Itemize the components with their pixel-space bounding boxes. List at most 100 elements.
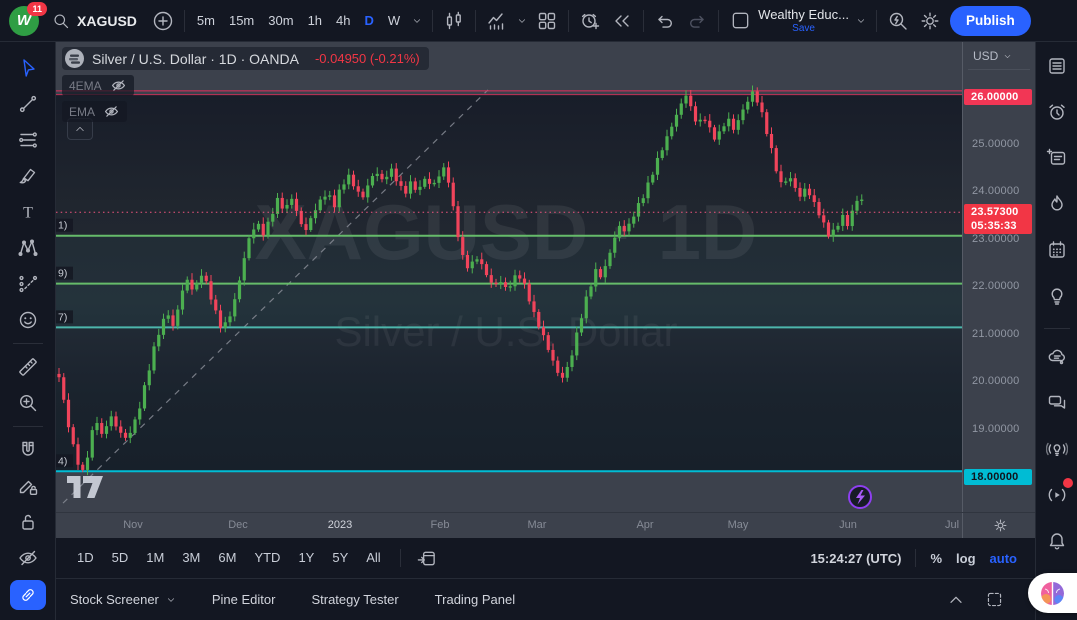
eye-off-icon[interactable] [103, 103, 120, 120]
compare-add-symbol-button[interactable] [147, 5, 179, 37]
indicator-name: EMA [69, 104, 96, 119]
notes-button[interactable] [1039, 140, 1075, 176]
notifications-button[interactable] [1039, 523, 1075, 559]
toolbar-separator [568, 9, 570, 32]
lock-all-drawings-button[interactable] [9, 504, 47, 540]
interval-W[interactable]: W [381, 5, 407, 37]
top-toolbar: W 11 XAGUSD 5m 15m 30m 1h 4h D W Wealthy… [0, 0, 1077, 42]
ruler-icon [18, 358, 37, 376]
watchlist-button[interactable] [1039, 48, 1075, 84]
ai-assistant-button[interactable] [1028, 573, 1077, 613]
time-tick-Mar: Mar [527, 519, 547, 531]
maximize-panel-button[interactable] [981, 587, 1007, 613]
calendar-button[interactable] [1039, 232, 1075, 268]
indicator-row[interactable]: 4EMA [62, 75, 134, 96]
hotlists-button[interactable] [1039, 186, 1075, 222]
settings-button[interactable] [914, 5, 946, 37]
save-layout-button[interactable] [724, 5, 756, 37]
chat-button[interactable] [1039, 385, 1075, 421]
currency-selector[interactable]: USD [973, 49, 1012, 63]
brush-tool-button[interactable] [9, 158, 47, 194]
publish-button[interactable]: Publish [949, 5, 1031, 36]
chart-pane: XAGUSD · 1D Silver / U.S. Dollar 1) 9) 7) 4) … [56, 42, 1035, 512]
time-tick-Jul: Jul [944, 519, 960, 531]
time-axis[interactable]: Nov Dec 2023 Feb Mar Apr May Jun Jul [56, 512, 1035, 538]
eye-off-icon[interactable] [110, 77, 127, 94]
layout-dropdown-button[interactable] [851, 5, 871, 37]
symbol-search-button[interactable]: XAGUSD [42, 12, 147, 30]
layout-name-button[interactable]: Wealthy Educ... Save [758, 8, 849, 34]
trend-line-tool-button[interactable] [9, 86, 47, 122]
drawing-mode-lock-button[interactable] [9, 468, 47, 504]
price-tick: 23.00000 [972, 232, 1020, 245]
range-1M[interactable]: 1M [137, 545, 173, 571]
hide-all-drawings-button[interactable] [9, 540, 47, 576]
interval-D[interactable]: D [358, 5, 381, 37]
indicator-row[interactable]: EMA [62, 101, 128, 122]
forecast-tool-button[interactable] [9, 266, 47, 302]
text-tool-button[interactable]: T [9, 194, 47, 230]
time-tick-Nov: Nov [123, 519, 143, 531]
interval-30m[interactable]: 30m [261, 5, 300, 37]
range-YTD[interactable]: YTD [245, 545, 289, 571]
undo-button[interactable] [649, 5, 681, 37]
quick-search-button[interactable] [882, 5, 914, 37]
streams-button[interactable] [1039, 477, 1075, 513]
tab-pine-editor[interactable]: Pine Editor [212, 592, 276, 607]
emoji-tool-button[interactable] [9, 302, 47, 338]
layout-grid-button[interactable] [531, 5, 563, 37]
sidebar-separator [1043, 328, 1070, 329]
price-tick: 22.00000 [972, 280, 1020, 292]
chart-style-button[interactable] [438, 5, 470, 37]
tab-stock-screener[interactable]: Stock Screener [70, 592, 176, 607]
toolbar-separator [12, 426, 43, 427]
minds-button[interactable] [1039, 339, 1075, 375]
user-menu-button[interactable]: W 11 [6, 1, 47, 39]
interval-15m[interactable]: 15m [222, 5, 261, 37]
magnet-mode-button[interactable] [9, 432, 47, 468]
range-6M[interactable]: 6M [209, 545, 245, 571]
time-tick-Feb: Feb [430, 519, 450, 531]
measure-tool-button[interactable] [9, 349, 47, 385]
fib-retracement-tool-button[interactable] [9, 122, 47, 158]
chevron-up-icon [76, 126, 84, 132]
log-scale-button[interactable]: log [956, 551, 976, 566]
alerts-button[interactable] [1039, 94, 1075, 130]
indicators-button[interactable] [481, 5, 513, 37]
maximize-dashed-icon [987, 592, 1001, 607]
range-1D[interactable]: 1D [68, 545, 103, 571]
lightning-button[interactable] [848, 485, 872, 509]
sync-drawings-button[interactable] [9, 580, 46, 610]
tab-strategy-tester[interactable]: Strategy Tester [311, 592, 398, 607]
toolbar-separator [718, 9, 720, 32]
zoom-in-tool-button[interactable] [9, 385, 47, 421]
open-panel-button[interactable] [943, 587, 969, 613]
bar-replay-button[interactable] [606, 5, 638, 37]
line-label: 9) [58, 268, 67, 280]
interval-4h[interactable]: 4h [329, 5, 357, 37]
interval-5m[interactable]: 5m [190, 5, 222, 37]
range-5D[interactable]: 5D [103, 545, 138, 571]
go-to-date-button[interactable] [411, 545, 443, 571]
auto-scale-button[interactable]: auto [990, 551, 1017, 566]
percent-scale-button[interactable]: % [930, 551, 942, 566]
legend-symbol-row[interactable]: Silver / U.S. Dollar · 1D · OANDA -0.049… [62, 47, 429, 70]
create-alert-button[interactable] [574, 5, 606, 37]
range-All[interactable]: All [357, 545, 389, 571]
interval-1h[interactable]: 1h [301, 5, 329, 37]
redo-button[interactable] [681, 5, 713, 37]
bell-icon [1049, 533, 1064, 550]
range-1Y[interactable]: 1Y [289, 545, 323, 571]
interval-dropdown-button[interactable] [407, 5, 427, 37]
range-3M[interactable]: 3M [173, 545, 209, 571]
live-ideas-button[interactable] [1039, 431, 1075, 467]
tab-trading-panel[interactable]: Trading Panel [435, 592, 515, 607]
range-5Y[interactable]: 5Y [323, 545, 357, 571]
xabcd-pattern-tool-button[interactable] [9, 230, 47, 266]
ideas-button[interactable] [1039, 278, 1075, 314]
price-axis[interactable]: USD 26.00000 23.57300 05:35:33 18.00000 2… [962, 42, 1035, 512]
axis-settings-button[interactable] [992, 517, 1009, 534]
cursor-tool-button[interactable] [9, 50, 47, 86]
indicators-dropdown-button[interactable] [513, 5, 531, 37]
session-clock[interactable]: 15:24:27 (UTC) [810, 551, 901, 566]
